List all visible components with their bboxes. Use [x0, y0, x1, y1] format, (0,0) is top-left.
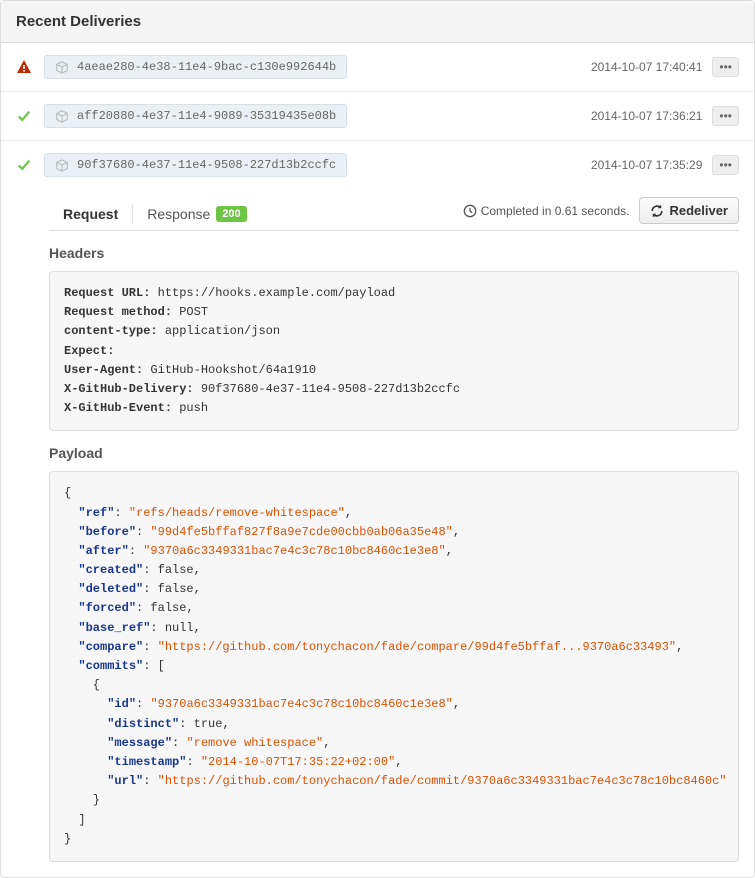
alert-icon: [16, 59, 32, 75]
tabs-row: Request Response 200 Completed in 0.61 s…: [49, 189, 739, 231]
payload-title: Payload: [49, 445, 739, 461]
delivery-id-button[interactable]: 90f37680-4e37-11e4-9508-227d13b2ccfc: [44, 153, 347, 177]
ellipsis-icon: •••: [719, 61, 732, 73]
tab-request[interactable]: Request: [49, 198, 132, 230]
delivery-row: 4aeae280-4e38-11e4-9bac-c130e992644b 2014…: [1, 43, 754, 92]
delivery-list: 4aeae280-4e38-11e4-9bac-c130e992644b 2014…: [1, 43, 754, 189]
headers-title: Headers: [49, 245, 739, 261]
delivery-timestamp: 2014-10-07 17:40:41: [591, 60, 702, 74]
expand-button[interactable]: •••: [712, 106, 739, 126]
delivery-timestamp: 2014-10-07 17:35:29: [591, 158, 702, 172]
delivery-id-button[interactable]: aff20880-4e37-11e4-9089-35319435e08b: [44, 104, 347, 128]
delivery-timestamp: 2014-10-07 17:36:21: [591, 109, 702, 123]
ellipsis-icon: •••: [719, 159, 732, 171]
tab-request-label: Request: [63, 206, 118, 222]
delivery-id-button[interactable]: 4aeae280-4e38-11e4-9bac-c130e992644b: [44, 55, 347, 79]
expand-button[interactable]: •••: [712, 57, 739, 77]
response-status-badge: 200: [216, 206, 246, 222]
expand-button[interactable]: •••: [712, 155, 739, 175]
panel-title: Recent Deliveries: [1, 1, 754, 43]
payload-box: { "ref": "refs/heads/remove-whitespace",…: [49, 471, 739, 862]
redeliver-button[interactable]: Redeliver: [639, 197, 739, 224]
check-icon: [16, 108, 32, 124]
headers-box: Request URL: https://hooks.example.com/p…: [49, 271, 739, 431]
check-icon: [16, 157, 32, 173]
delivery-id-text: aff20880-4e37-11e4-9089-35319435e08b: [77, 109, 336, 123]
ellipsis-icon: •••: [719, 110, 732, 122]
tab-response[interactable]: Response 200: [133, 198, 260, 230]
clock-icon: [463, 204, 477, 218]
delivery-detail: Request Response 200 Completed in 0.61 s…: [1, 189, 754, 877]
delivery-row: aff20880-4e37-11e4-9089-35319435e08b 2014…: [1, 92, 754, 141]
recent-deliveries-panel: Recent Deliveries 4aeae280-4e38-11e4-9ba…: [0, 0, 755, 878]
delivery-id-text: 4aeae280-4e38-11e4-9bac-c130e992644b: [77, 60, 336, 74]
completed-text: Completed in 0.61 seconds.: [463, 204, 630, 218]
delivery-row: 90f37680-4e37-11e4-9508-227d13b2ccfc 2014…: [1, 141, 754, 189]
sync-icon: [650, 204, 664, 218]
delivery-id-text: 90f37680-4e37-11e4-9508-227d13b2ccfc: [77, 158, 336, 172]
tab-response-label: Response: [147, 206, 210, 222]
